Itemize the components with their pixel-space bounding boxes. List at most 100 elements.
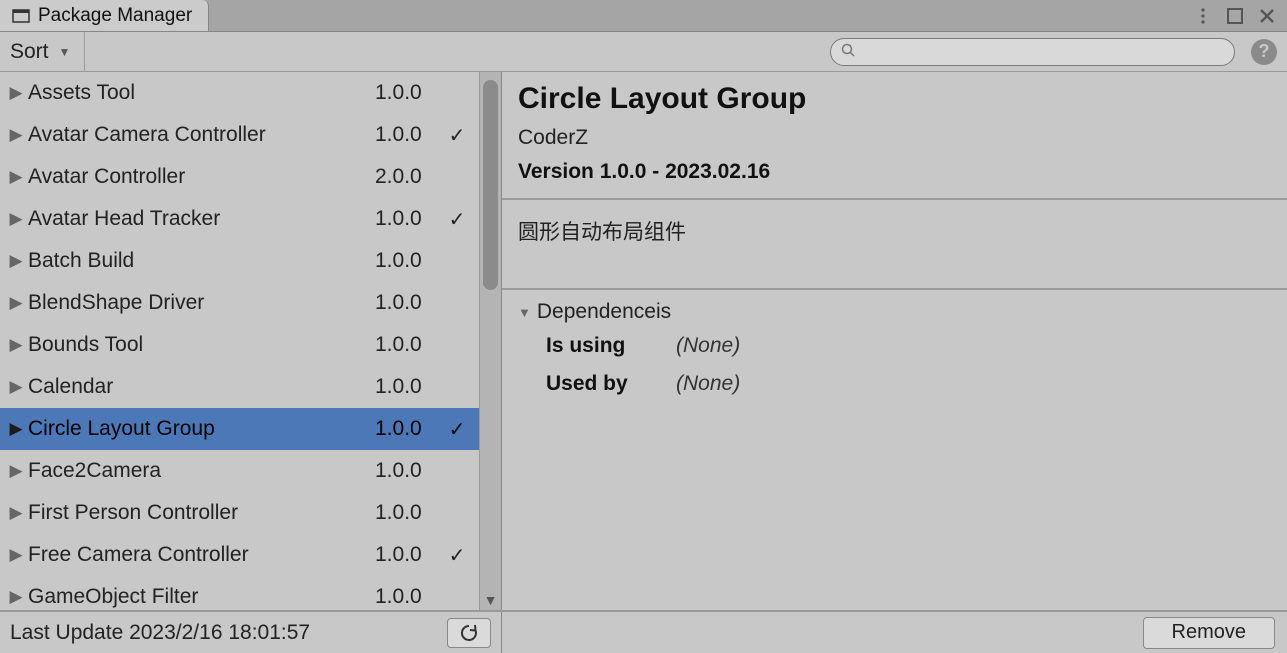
package-version: 1.0.0: [375, 501, 445, 525]
package-row[interactable]: ▶Batch Build1.0.0: [0, 240, 479, 282]
more-icon[interactable]: [1193, 6, 1213, 26]
package-row[interactable]: ▶Assets Tool1.0.0: [0, 72, 479, 114]
dependencies-label: Dependenceis: [537, 300, 671, 324]
close-icon[interactable]: [1257, 6, 1277, 26]
maximize-icon[interactable]: [1225, 6, 1245, 26]
package-row[interactable]: ▶GameObject Filter1.0.0: [0, 576, 479, 610]
remove-button[interactable]: Remove: [1143, 617, 1275, 649]
package-row[interactable]: ▶Avatar Head Tracker1.0.0✓: [0, 198, 479, 240]
scrollbar-thumb[interactable]: [483, 80, 498, 290]
chevron-down-icon: ▼: [59, 45, 71, 59]
package-name: Avatar Head Tracker: [26, 207, 375, 231]
package-version: 1.0.0: [375, 81, 445, 105]
installed-check-icon: ✓: [445, 417, 469, 442]
search-input[interactable]: [861, 39, 1224, 65]
package-name: Batch Build: [26, 249, 375, 273]
footer-left: Last Update 2023/2/16 18:01:57: [0, 612, 502, 653]
scrollbar-down-arrow[interactable]: ▼: [480, 592, 501, 608]
chevron-right-icon[interactable]: ▶: [6, 83, 26, 103]
package-version: 1.0.0: [375, 375, 445, 399]
installed-check-icon: ✓: [445, 543, 469, 568]
package-name: Avatar Controller: [26, 165, 375, 189]
toolbar: Sort ▼ ?: [0, 32, 1287, 72]
chevron-right-icon[interactable]: ▶: [6, 461, 26, 481]
package-version: 1.0.0: [375, 333, 445, 357]
detail-version: Version 1.0.0 - 2023.02.16: [518, 160, 1271, 184]
package-version: 1.0.0: [375, 585, 445, 609]
package-row[interactable]: ▶First Person Controller1.0.0: [0, 492, 479, 534]
main-area: ▶Assets Tool1.0.0▶Avatar Camera Controll…: [0, 72, 1287, 610]
used-by-label: Used by: [546, 372, 676, 396]
footer-right: Remove: [502, 617, 1287, 649]
package-list-pane: ▶Assets Tool1.0.0▶Avatar Camera Controll…: [0, 72, 502, 610]
refresh-button[interactable]: [447, 618, 491, 648]
package-name: Assets Tool: [26, 81, 375, 105]
package-row[interactable]: ▶Avatar Camera Controller1.0.0✓: [0, 114, 479, 156]
chevron-down-icon: ▼: [518, 305, 531, 320]
package-name: GameObject Filter: [26, 585, 375, 609]
sort-label: Sort: [10, 40, 49, 64]
package-manager-window: Package Manager Sort ▼ ?: [0, 0, 1287, 653]
package-row[interactable]: ▶Face2Camera1.0.0: [0, 450, 479, 492]
sort-dropdown[interactable]: Sort ▼: [0, 32, 85, 72]
used-by-value: (None): [676, 372, 740, 396]
package-row[interactable]: ▶Bounds Tool1.0.0: [0, 324, 479, 366]
package-name: Calendar: [26, 375, 375, 399]
chevron-right-icon[interactable]: ▶: [6, 125, 26, 145]
window-title: Package Manager: [38, 5, 192, 27]
installed-check-icon: ✓: [445, 207, 469, 232]
package-version: 1.0.0: [375, 123, 445, 147]
package-name: Avatar Camera Controller: [26, 123, 375, 147]
package-version: 1.0.0: [375, 249, 445, 273]
detail-pane: Circle Layout Group CoderZ Version 1.0.0…: [502, 72, 1287, 610]
package-version: 1.0.0: [375, 543, 445, 567]
chevron-right-icon[interactable]: ▶: [6, 545, 26, 565]
package-row[interactable]: ▶BlendShape Driver1.0.0: [0, 282, 479, 324]
package-version: 1.0.0: [375, 207, 445, 231]
installed-check-icon: ✓: [445, 123, 469, 148]
package-name: First Person Controller: [26, 501, 375, 525]
last-update-text: Last Update 2023/2/16 18:01:57: [10, 621, 447, 645]
package-list[interactable]: ▶Assets Tool1.0.0▶Avatar Camera Controll…: [0, 72, 479, 610]
dependencies-section: ▼ Dependenceis Is using (None) Used by (…: [502, 290, 1287, 420]
chevron-right-icon[interactable]: ▶: [6, 335, 26, 355]
detail-header: Circle Layout Group CoderZ Version 1.0.0…: [502, 72, 1287, 200]
package-version: 1.0.0: [375, 291, 445, 315]
chevron-right-icon[interactable]: ▶: [6, 587, 26, 607]
window-tab[interactable]: Package Manager: [0, 0, 209, 31]
is-using-value: (None): [676, 334, 740, 358]
package-row[interactable]: ▶Avatar Controller2.0.0: [0, 156, 479, 198]
package-row[interactable]: ▶Circle Layout Group1.0.0✓: [0, 408, 479, 450]
search-field[interactable]: [830, 38, 1235, 66]
chevron-right-icon[interactable]: ▶: [6, 293, 26, 313]
search-icon: [841, 43, 855, 61]
detail-description: 圆形自动布局组件: [502, 200, 1287, 290]
package-name: Face2Camera: [26, 459, 375, 483]
is-using-label: Is using: [546, 334, 676, 358]
titlebar-spacer: [209, 0, 1193, 31]
scrollbar[interactable]: ▼: [479, 72, 501, 610]
package-name: BlendShape Driver: [26, 291, 375, 315]
package-version: 1.0.0: [375, 459, 445, 483]
chevron-right-icon[interactable]: ▶: [6, 251, 26, 271]
package-version: 1.0.0: [375, 417, 445, 441]
chevron-right-icon[interactable]: ▶: [6, 377, 26, 397]
package-row[interactable]: ▶Free Camera Controller1.0.0✓: [0, 534, 479, 576]
dependencies-header[interactable]: ▼ Dependenceis: [518, 300, 1271, 324]
chevron-right-icon[interactable]: ▶: [6, 503, 26, 523]
titlebar-controls: [1193, 0, 1287, 31]
package-name: Free Camera Controller: [26, 543, 375, 567]
chevron-right-icon[interactable]: ▶: [6, 209, 26, 229]
detail-author: CoderZ: [518, 126, 1271, 150]
package-row[interactable]: ▶Calendar1.0.0: [0, 366, 479, 408]
chevron-right-icon[interactable]: ▶: [6, 167, 26, 187]
titlebar: Package Manager: [0, 0, 1287, 32]
package-name: Bounds Tool: [26, 333, 375, 357]
help-button[interactable]: ?: [1251, 39, 1277, 65]
package-icon: [12, 7, 30, 25]
dependency-used-by: Used by (None): [518, 372, 1271, 396]
footer: Last Update 2023/2/16 18:01:57 Remove: [0, 610, 1287, 653]
chevron-right-icon[interactable]: ▶: [6, 419, 26, 439]
package-version: 2.0.0: [375, 165, 445, 189]
package-name: Circle Layout Group: [26, 417, 375, 441]
